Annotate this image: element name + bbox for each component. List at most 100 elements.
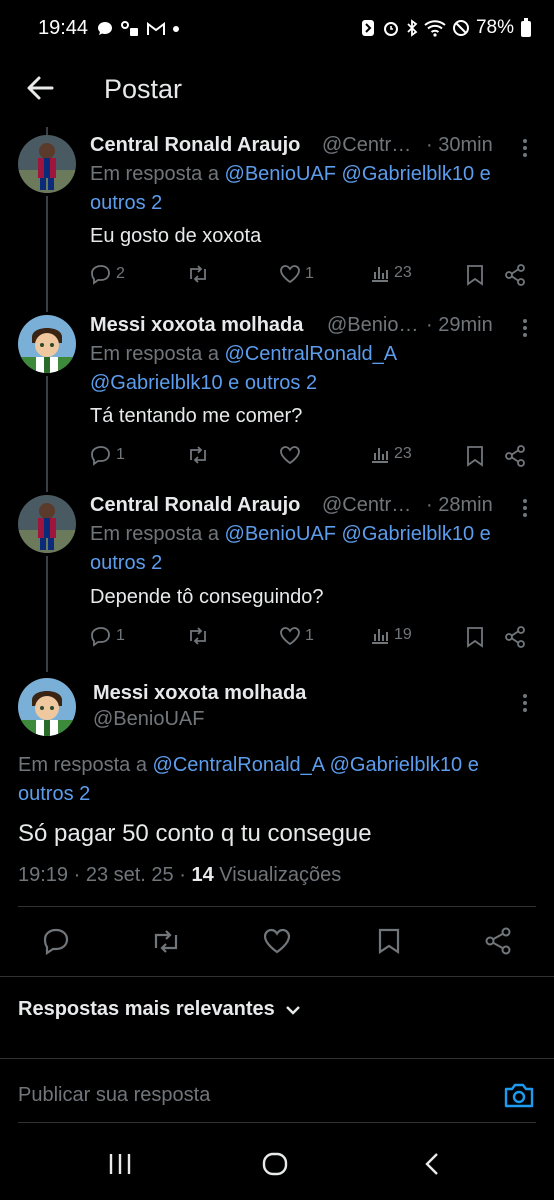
share-icon[interactable] — [504, 264, 526, 286]
views-icon — [372, 267, 388, 282]
reply-button[interactable]: 1 — [90, 444, 125, 466]
camera-icon — [504, 1083, 534, 1108]
recent-apps-icon[interactable] — [108, 1153, 132, 1175]
bookmark-icon[interactable] — [377, 927, 401, 955]
reply-mentions[interactable]: @BenioUAF @Gabrielblk10 e — [225, 523, 491, 545]
divider — [18, 1122, 536, 1123]
reply-prefix: Em resposta a — [18, 754, 147, 776]
views-button[interactable]: 23 — [370, 263, 412, 283]
main-author-name[interactable]: Messi xoxota molhada — [93, 682, 306, 705]
views-button[interactable]: 23 — [370, 444, 412, 464]
repost-icon — [190, 627, 206, 645]
back-button[interactable] — [24, 72, 56, 104]
author-name[interactable]: Central Ronald Araujo — [90, 134, 300, 157]
share-icon[interactable] — [504, 445, 526, 467]
bookmark-icon[interactable] — [466, 626, 484, 648]
bookmark-icon[interactable] — [466, 445, 484, 467]
repost-button[interactable] — [186, 263, 210, 285]
chevron-down-icon — [285, 1005, 300, 1015]
main-reply-context: Em resposta a @CentralRonald_A @Gabrielb… — [18, 751, 538, 809]
battery-percent: 78% — [475, 17, 514, 38]
reply-prefix: Em resposta a — [90, 343, 219, 365]
views-icon — [372, 629, 388, 644]
more-icon[interactable] — [522, 693, 528, 713]
comment-icon — [91, 627, 110, 647]
like-button[interactable] — [279, 444, 305, 466]
divider — [18, 906, 536, 907]
camera-button[interactable] — [503, 1080, 535, 1110]
heart-icon — [280, 627, 300, 646]
more-icon[interactable] — [522, 498, 528, 518]
status-right: 78% — [360, 17, 532, 39]
reply-context: Em resposta a @BenioUAF @Gabrielblk10 e … — [90, 160, 530, 218]
views-label[interactable]: Visualizações — [219, 864, 341, 886]
reply-suffix[interactable]: outros 2 — [90, 552, 162, 574]
reply-suffix[interactable]: outros 2 — [90, 192, 162, 214]
main-author-handle: @BenioUAF — [93, 708, 205, 730]
comment-icon[interactable] — [42, 927, 70, 955]
repost-button[interactable] — [186, 625, 210, 647]
avatar[interactable] — [18, 678, 76, 736]
repost-button[interactable] — [186, 444, 210, 466]
post-timestamp: 19:19 · 23 set. 25 · — [18, 864, 186, 886]
reply-suffix[interactable]: @Gabrielblk10 e outros 2 — [90, 372, 317, 394]
wifi-icon — [424, 20, 446, 37]
thread-line — [46, 376, 48, 492]
reply-mentions[interactable]: @BenioUAF @Gabrielblk10 e — [225, 163, 491, 185]
post-time: · 29min — [426, 314, 493, 336]
views-count: 23 — [394, 264, 412, 281]
nfc-icon — [361, 20, 374, 36]
author-handle: @Centr… — [322, 494, 412, 516]
avatar[interactable] — [18, 315, 76, 373]
post-text: Eu gosto de xoxota — [90, 225, 262, 247]
heart-icon — [280, 446, 300, 465]
share-icon[interactable] — [484, 927, 512, 955]
arrow-left-icon — [27, 76, 54, 100]
chat-bubble-icon — [98, 22, 112, 35]
repost-icon — [190, 446, 206, 464]
alarm-icon — [383, 22, 398, 36]
views-count: 19 — [394, 626, 412, 643]
avatar[interactable] — [18, 495, 76, 553]
avatar[interactable] — [18, 135, 76, 193]
author-handle: @Benio… — [327, 314, 419, 336]
heart-icon — [280, 265, 300, 284]
battery-icon — [521, 18, 531, 37]
status-time: 19:44 — [38, 17, 89, 39]
reply-context: Em resposta a @BenioUAF @Gabrielblk10 e … — [90, 520, 530, 578]
comment-icon — [91, 446, 110, 466]
author-name[interactable]: Central Ronald Araujo — [90, 494, 300, 517]
author-name[interactable]: Messi xoxota molhada — [90, 314, 303, 337]
reply-button[interactable]: 1 — [90, 625, 125, 647]
dot-icon — [173, 26, 179, 32]
dnd-icon — [452, 20, 469, 36]
home-icon[interactable] — [262, 1152, 288, 1176]
sort-label: Respostas mais relevantes — [18, 998, 275, 1020]
main-post-meta: 19:19 · 23 set. 25 · 14 Visualizações — [18, 864, 341, 887]
more-icon[interactable] — [522, 138, 528, 158]
reply-suffix[interactable]: outros 2 — [18, 783, 90, 805]
views-icon — [372, 448, 388, 463]
back-nav-icon[interactable] — [424, 1152, 440, 1176]
views-count: 14 — [191, 864, 214, 886]
reply-input[interactable]: Publicar sua resposta — [18, 1084, 210, 1107]
more-icon[interactable] — [522, 318, 528, 338]
reply-mentions[interactable]: @CentralRonald_A @Gabrielblk10 e — [153, 754, 479, 776]
reply-button[interactable]: 2 — [90, 263, 125, 285]
share-icon[interactable] — [504, 626, 526, 648]
divider — [0, 1058, 554, 1059]
reply-context: Em resposta a @CentralRonald_A @Gabrielb… — [90, 340, 530, 398]
bookmark-icon[interactable] — [466, 264, 484, 286]
main-post-text: Só pagar 50 conto q tu consegue — [18, 820, 372, 847]
like-button[interactable]: 1 — [279, 263, 314, 285]
heart-icon[interactable] — [262, 927, 292, 955]
repost-icon[interactable] — [150, 927, 182, 955]
reply-mentions[interactable]: @CentralRonald_A — [225, 343, 398, 365]
page-title: Postar — [104, 74, 183, 104]
views-button[interactable]: 19 — [370, 625, 412, 645]
reply-count: 2 — [116, 265, 125, 282]
like-button[interactable]: 1 — [279, 625, 314, 647]
reply-count: 1 — [116, 627, 125, 644]
thread-line — [46, 127, 48, 135]
sort-dropdown[interactable]: Respostas mais relevantes — [18, 998, 301, 1021]
